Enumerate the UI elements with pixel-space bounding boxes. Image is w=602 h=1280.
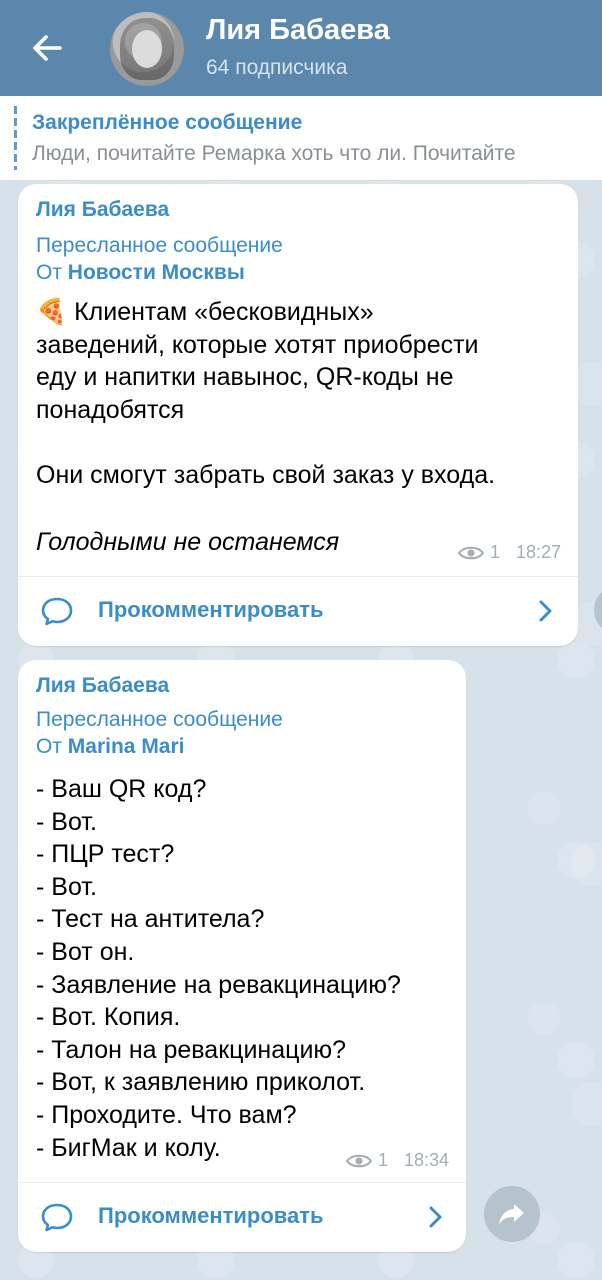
share-button[interactable] [484,1186,540,1242]
chevron-right-icon [539,600,552,622]
forwarded-label: Пересланное сообщение [36,234,283,257]
chevron-right-icon [429,1206,442,1228]
comment-button[interactable]: Прокомментировать [18,577,578,643]
comment-bubble-icon [41,597,73,626]
comment-bubble-icon [41,1203,73,1232]
back-arrow-icon [33,35,62,61]
forwarded-source[interactable]: Marina Mari [68,735,185,758]
message-text: - Ваш QR код? - Вот. - ПЦР тест? - Вот. … [36,775,401,1162]
forwarded-prefix: От [36,261,68,284]
channel-name[interactable]: Лия Бабаева [206,14,390,47]
message-text: 🍕 Клиентам «бесковидных» заведений, кото… [36,296,566,492]
message-meta: 1 18:34 [346,1150,449,1171]
pinned-text: Люди, почитайте Ремарка хоть что ли. Поч… [32,142,516,165]
message-time: 18:34 [404,1150,450,1170]
pinned-indicator [14,106,17,170]
message-bubble[interactable]: Лия Бабаева Пересланное сообщение От Mar… [18,660,466,1252]
message-sender[interactable]: Лия Бабаева [36,674,169,698]
pinned-title: Закреплённое сообщение [32,111,303,134]
comment-label: Прокомментировать [98,1203,324,1228]
view-count: 1 [490,542,501,562]
share-icon [499,1204,524,1225]
subscriber-count: 64 подписчика [206,56,348,79]
comment-button[interactable]: Прокомментировать [18,1183,466,1249]
message-italic-text: Голодными не останемся [36,528,340,556]
pinned-message-bar[interactable]: Закреплённое сообщение Люди, почитайте Р… [0,96,602,181]
message-bubble[interactable]: Лия Бабаева Пересланное сообщение От Нов… [18,184,578,646]
forwarded-label: Пересланное сообщение [36,708,283,731]
back-button[interactable] [22,26,74,70]
eye-icon [458,546,484,559]
message-meta: 1 18:27 [458,542,561,563]
avatar[interactable] [110,12,184,86]
forwarded-from[interactable]: От Marina Mari [36,735,185,759]
forwarded-from[interactable]: От Новости Москвы [36,261,245,285]
pizza-emoji-icon: 🍕 [36,298,68,326]
forwarded-source[interactable]: Новости Москвы [68,261,245,284]
message-sender[interactable]: Лия Бабаева [36,198,169,222]
comment-label: Прокомментировать [98,597,324,622]
message-body: Клиентам «бесковидных» заведений, которы… [36,298,496,489]
chat-header: Лия Бабаева 64 подписчика [0,0,602,96]
message-time: 18:27 [516,542,562,562]
eye-icon [346,1154,372,1167]
view-count: 1 [378,1150,389,1170]
forwarded-prefix: От [36,735,68,758]
